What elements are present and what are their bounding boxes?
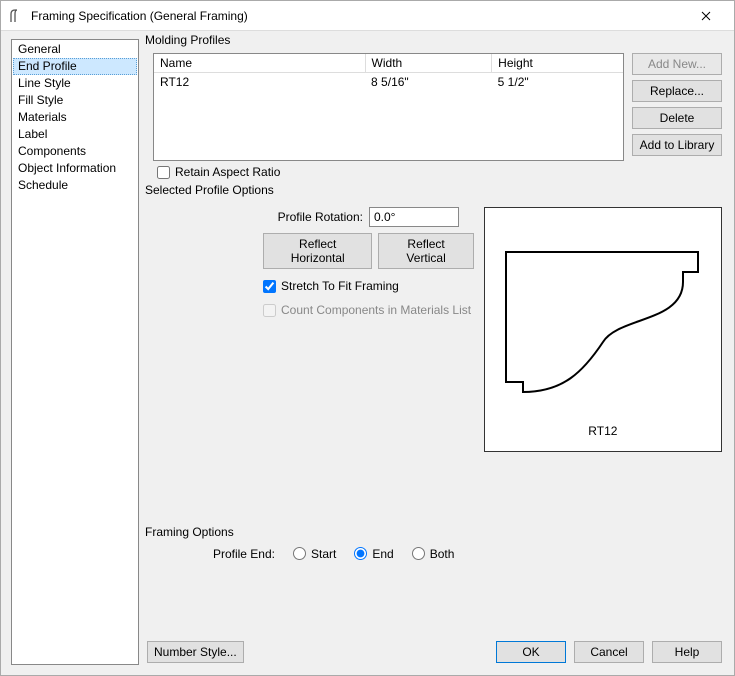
radio-end[interactable] [354,547,367,560]
dialog-window: Framing Specification (General Framing) … [0,0,735,676]
table-row[interactable]: RT12 8 5/16" 5 1/2" [154,73,623,92]
reflect-vertical-button[interactable]: Reflect Vertical [378,233,473,269]
window-title: Framing Specification (General Framing) [31,9,686,23]
radio-end-label: End [372,547,393,561]
cancel-button[interactable]: Cancel [574,641,644,663]
rotation-input[interactable] [369,207,459,227]
ok-button[interactable]: OK [496,641,566,663]
sidebar-item-materials[interactable]: Materials [13,109,137,126]
sidebar-item-fill-style[interactable]: Fill Style [13,92,137,109]
replace-button[interactable]: Replace... [632,80,722,102]
rotation-label: Profile Rotation: [263,210,363,224]
cell-height: 5 1/2" [492,73,623,92]
col-name[interactable]: Name [154,54,365,73]
content-area: General End Profile Line Style Fill Styl… [1,31,734,675]
stretch-label: Stretch To Fit Framing [281,279,399,293]
count-components-checkbox [263,304,276,317]
sidebar-item-end-profile[interactable]: End Profile [13,58,137,75]
main-panel: Molding Profiles Name Width Height [145,39,724,665]
sidebar-item-general[interactable]: General [13,41,137,58]
framing-options-label: Framing Options [145,525,239,539]
radio-end-row[interactable]: End [354,547,393,561]
radio-both-row[interactable]: Both [412,547,455,561]
col-width[interactable]: Width [365,54,492,73]
radio-start-label: Start [311,547,336,561]
radio-both-label: Both [430,547,455,561]
close-button[interactable] [686,2,726,30]
cell-width: 8 5/16" [365,73,492,92]
titlebar: Framing Specification (General Framing) [1,1,734,31]
retain-aspect-checkbox[interactable] [157,166,170,179]
dialog-footer: Number Style... OK Cancel Help [145,639,724,665]
sidebar-item-label[interactable]: Label [13,126,137,143]
add-new-button: Add New... [632,53,722,75]
framing-options-group: Framing Options Profile End: Start End B… [145,531,724,563]
col-height[interactable]: Height [492,54,623,73]
profile-options-fields: Profile Rotation: Reflect Horizontal Ref… [153,203,474,452]
reflect-horizontal-button[interactable]: Reflect Horizontal [263,233,372,269]
cell-name: RT12 [154,73,365,92]
selected-profile-options-group: Selected Profile Options Profile Rotatio… [145,189,724,454]
sidebar-item-components[interactable]: Components [13,143,137,160]
count-components-label: Count Components in Materials List [281,303,471,317]
delete-button[interactable]: Delete [632,107,722,129]
molding-profiles-label: Molding Profiles [145,33,235,47]
radio-both[interactable] [412,547,425,560]
profile-preview: RT12 [484,207,722,452]
radio-start-row[interactable]: Start [293,547,336,561]
profiles-table[interactable]: Name Width Height RT12 8 5/16" [153,53,624,161]
app-icon [9,8,25,24]
sidebar-item-line-style[interactable]: Line Style [13,75,137,92]
number-style-button[interactable]: Number Style... [147,641,244,663]
stretch-checkbox[interactable] [263,280,276,293]
add-to-library-button[interactable]: Add to Library [632,134,722,156]
selected-profile-options-label: Selected Profile Options [145,183,279,197]
radio-start[interactable] [293,547,306,560]
help-button[interactable]: Help [652,641,722,663]
retain-aspect-label: Retain Aspect Ratio [175,165,280,179]
sidebar-item-schedule[interactable]: Schedule [13,177,137,194]
category-sidebar: General End Profile Line Style Fill Styl… [11,39,139,665]
profile-shape-icon [498,222,708,422]
retain-aspect-row: Retain Aspect Ratio [153,161,722,179]
profile-end-label: Profile End: [195,547,275,561]
molding-profiles-group: Molding Profiles Name Width Height [145,39,724,181]
preview-label: RT12 [588,424,617,438]
profile-buttons: Add New... Replace... Delete Add to Libr… [632,53,722,156]
sidebar-item-object-information[interactable]: Object Information [13,160,137,177]
